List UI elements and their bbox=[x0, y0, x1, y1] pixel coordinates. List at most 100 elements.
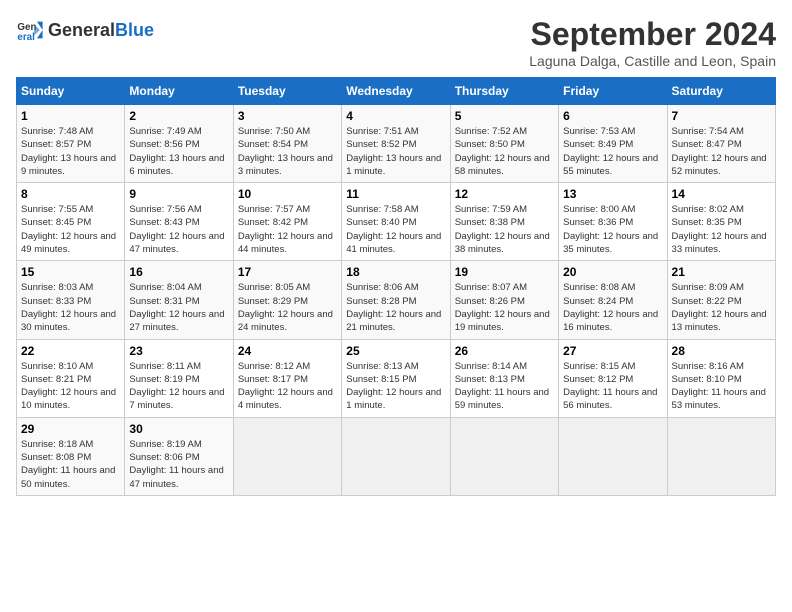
day-cell: 27 Sunrise: 8:15 AM Sunset: 8:12 PM Dayl… bbox=[559, 339, 667, 417]
page: Gen eral GeneralBlue September 2024 Lagu… bbox=[0, 0, 792, 512]
day-number: 22 bbox=[21, 344, 120, 358]
day-cell bbox=[667, 417, 775, 495]
day-info: Sunrise: 8:16 AM Sunset: 8:10 PM Dayligh… bbox=[672, 360, 771, 413]
day-cell: 11 Sunrise: 7:58 AM Sunset: 8:40 PM Dayl… bbox=[342, 183, 450, 261]
logo-general: General bbox=[48, 20, 115, 40]
day-number: 4 bbox=[346, 109, 445, 123]
day-info: Sunrise: 8:14 AM Sunset: 8:13 PM Dayligh… bbox=[455, 360, 554, 413]
day-cell bbox=[342, 417, 450, 495]
day-number: 1 bbox=[21, 109, 120, 123]
day-cell: 1 Sunrise: 7:48 AM Sunset: 8:57 PM Dayli… bbox=[17, 105, 125, 183]
day-number: 29 bbox=[21, 422, 120, 436]
col-saturday: Saturday bbox=[667, 78, 775, 105]
calendar-body: 1 Sunrise: 7:48 AM Sunset: 8:57 PM Dayli… bbox=[17, 105, 776, 496]
day-number: 10 bbox=[238, 187, 337, 201]
day-cell bbox=[233, 417, 341, 495]
logo: Gen eral GeneralBlue bbox=[16, 16, 154, 44]
col-friday: Friday bbox=[559, 78, 667, 105]
day-info: Sunrise: 8:15 AM Sunset: 8:12 PM Dayligh… bbox=[563, 360, 662, 413]
day-number: 11 bbox=[346, 187, 445, 201]
day-info: Sunrise: 8:02 AM Sunset: 8:35 PM Dayligh… bbox=[672, 203, 771, 256]
day-number: 24 bbox=[238, 344, 337, 358]
day-cell: 4 Sunrise: 7:51 AM Sunset: 8:52 PM Dayli… bbox=[342, 105, 450, 183]
day-cell: 8 Sunrise: 7:55 AM Sunset: 8:45 PM Dayli… bbox=[17, 183, 125, 261]
day-number: 25 bbox=[346, 344, 445, 358]
day-info: Sunrise: 8:06 AM Sunset: 8:28 PM Dayligh… bbox=[346, 281, 445, 334]
day-info: Sunrise: 7:58 AM Sunset: 8:40 PM Dayligh… bbox=[346, 203, 445, 256]
day-number: 6 bbox=[563, 109, 662, 123]
week-row-5: 29 Sunrise: 8:18 AM Sunset: 8:08 PM Dayl… bbox=[17, 417, 776, 495]
logo-wordmark: GeneralBlue bbox=[48, 20, 154, 41]
day-info: Sunrise: 7:52 AM Sunset: 8:50 PM Dayligh… bbox=[455, 125, 554, 178]
title-block: September 2024 Laguna Dalga, Castille an… bbox=[529, 16, 776, 69]
day-cell: 20 Sunrise: 8:08 AM Sunset: 8:24 PM Dayl… bbox=[559, 261, 667, 339]
day-cell: 7 Sunrise: 7:54 AM Sunset: 8:47 PM Dayli… bbox=[667, 105, 775, 183]
day-cell: 15 Sunrise: 8:03 AM Sunset: 8:33 PM Dayl… bbox=[17, 261, 125, 339]
day-info: Sunrise: 8:03 AM Sunset: 8:33 PM Dayligh… bbox=[21, 281, 120, 334]
day-cell: 13 Sunrise: 8:00 AM Sunset: 8:36 PM Dayl… bbox=[559, 183, 667, 261]
day-cell: 2 Sunrise: 7:49 AM Sunset: 8:56 PM Dayli… bbox=[125, 105, 233, 183]
col-thursday: Thursday bbox=[450, 78, 558, 105]
day-number: 30 bbox=[129, 422, 228, 436]
day-info: Sunrise: 8:13 AM Sunset: 8:15 PM Dayligh… bbox=[346, 360, 445, 413]
day-info: Sunrise: 7:51 AM Sunset: 8:52 PM Dayligh… bbox=[346, 125, 445, 178]
day-number: 21 bbox=[672, 265, 771, 279]
day-info: Sunrise: 7:56 AM Sunset: 8:43 PM Dayligh… bbox=[129, 203, 228, 256]
day-cell: 29 Sunrise: 8:18 AM Sunset: 8:08 PM Dayl… bbox=[17, 417, 125, 495]
day-number: 19 bbox=[455, 265, 554, 279]
day-info: Sunrise: 8:04 AM Sunset: 8:31 PM Dayligh… bbox=[129, 281, 228, 334]
day-cell: 23 Sunrise: 8:11 AM Sunset: 8:19 PM Dayl… bbox=[125, 339, 233, 417]
day-cell bbox=[559, 417, 667, 495]
day-number: 28 bbox=[672, 344, 771, 358]
day-number: 14 bbox=[672, 187, 771, 201]
day-number: 20 bbox=[563, 265, 662, 279]
day-info: Sunrise: 8:09 AM Sunset: 8:22 PM Dayligh… bbox=[672, 281, 771, 334]
day-cell: 22 Sunrise: 8:10 AM Sunset: 8:21 PM Dayl… bbox=[17, 339, 125, 417]
logo-blue: Blue bbox=[115, 20, 154, 40]
day-info: Sunrise: 8:10 AM Sunset: 8:21 PM Dayligh… bbox=[21, 360, 120, 413]
day-cell: 5 Sunrise: 7:52 AM Sunset: 8:50 PM Dayli… bbox=[450, 105, 558, 183]
day-cell bbox=[450, 417, 558, 495]
header: Gen eral GeneralBlue September 2024 Lagu… bbox=[16, 16, 776, 69]
day-info: Sunrise: 7:49 AM Sunset: 8:56 PM Dayligh… bbox=[129, 125, 228, 178]
day-cell: 21 Sunrise: 8:09 AM Sunset: 8:22 PM Dayl… bbox=[667, 261, 775, 339]
svg-text:eral: eral bbox=[17, 32, 35, 43]
day-info: Sunrise: 8:18 AM Sunset: 8:08 PM Dayligh… bbox=[21, 438, 120, 491]
day-info: Sunrise: 8:11 AM Sunset: 8:19 PM Dayligh… bbox=[129, 360, 228, 413]
day-cell: 16 Sunrise: 8:04 AM Sunset: 8:31 PM Dayl… bbox=[125, 261, 233, 339]
day-cell: 6 Sunrise: 7:53 AM Sunset: 8:49 PM Dayli… bbox=[559, 105, 667, 183]
header-row: Sunday Monday Tuesday Wednesday Thursday… bbox=[17, 78, 776, 105]
day-number: 27 bbox=[563, 344, 662, 358]
day-cell: 30 Sunrise: 8:19 AM Sunset: 8:06 PM Dayl… bbox=[125, 417, 233, 495]
day-info: Sunrise: 7:53 AM Sunset: 8:49 PM Dayligh… bbox=[563, 125, 662, 178]
day-number: 8 bbox=[21, 187, 120, 201]
col-monday: Monday bbox=[125, 78, 233, 105]
day-number: 9 bbox=[129, 187, 228, 201]
day-number: 15 bbox=[21, 265, 120, 279]
day-info: Sunrise: 7:57 AM Sunset: 8:42 PM Dayligh… bbox=[238, 203, 337, 256]
day-cell: 17 Sunrise: 8:05 AM Sunset: 8:29 PM Dayl… bbox=[233, 261, 341, 339]
day-info: Sunrise: 8:12 AM Sunset: 8:17 PM Dayligh… bbox=[238, 360, 337, 413]
day-number: 13 bbox=[563, 187, 662, 201]
day-cell: 3 Sunrise: 7:50 AM Sunset: 8:54 PM Dayli… bbox=[233, 105, 341, 183]
location-title: Laguna Dalga, Castille and Leon, Spain bbox=[529, 53, 776, 69]
day-cell: 28 Sunrise: 8:16 AM Sunset: 8:10 PM Dayl… bbox=[667, 339, 775, 417]
day-number: 7 bbox=[672, 109, 771, 123]
day-cell: 10 Sunrise: 7:57 AM Sunset: 8:42 PM Dayl… bbox=[233, 183, 341, 261]
day-info: Sunrise: 8:19 AM Sunset: 8:06 PM Dayligh… bbox=[129, 438, 228, 491]
day-number: 17 bbox=[238, 265, 337, 279]
calendar-table: Sunday Monday Tuesday Wednesday Thursday… bbox=[16, 77, 776, 496]
col-wednesday: Wednesday bbox=[342, 78, 450, 105]
day-info: Sunrise: 7:55 AM Sunset: 8:45 PM Dayligh… bbox=[21, 203, 120, 256]
day-cell: 19 Sunrise: 8:07 AM Sunset: 8:26 PM Dayl… bbox=[450, 261, 558, 339]
week-row-2: 8 Sunrise: 7:55 AM Sunset: 8:45 PM Dayli… bbox=[17, 183, 776, 261]
col-tuesday: Tuesday bbox=[233, 78, 341, 105]
day-cell: 26 Sunrise: 8:14 AM Sunset: 8:13 PM Dayl… bbox=[450, 339, 558, 417]
week-row-1: 1 Sunrise: 7:48 AM Sunset: 8:57 PM Dayli… bbox=[17, 105, 776, 183]
day-info: Sunrise: 7:54 AM Sunset: 8:47 PM Dayligh… bbox=[672, 125, 771, 178]
day-info: Sunrise: 8:00 AM Sunset: 8:36 PM Dayligh… bbox=[563, 203, 662, 256]
day-info: Sunrise: 8:05 AM Sunset: 8:29 PM Dayligh… bbox=[238, 281, 337, 334]
day-number: 23 bbox=[129, 344, 228, 358]
col-sunday: Sunday bbox=[17, 78, 125, 105]
day-number: 16 bbox=[129, 265, 228, 279]
